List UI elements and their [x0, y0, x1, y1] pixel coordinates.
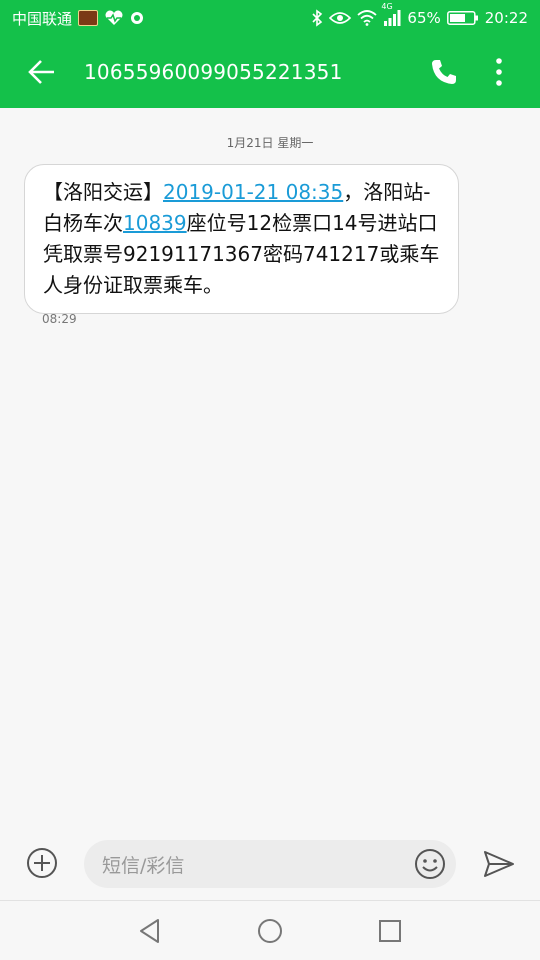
nav-back-button[interactable]	[130, 911, 170, 951]
sms-conversation-screen: 中国联通 4G 65% 20:22 10655960099055221351 1…	[0, 0, 540, 960]
send-icon	[484, 851, 514, 877]
more-options-button[interactable]	[474, 36, 524, 108]
nav-recents-button[interactable]	[370, 911, 410, 951]
message-text-part: 【洛阳交运】	[43, 180, 163, 204]
network-type-label: 4G	[381, 2, 393, 11]
message-input[interactable]: 短信/彩信	[84, 840, 456, 888]
app-bar: 10655960099055221351	[0, 36, 540, 108]
triangle-back-icon	[140, 918, 159, 943]
bluetooth-icon	[311, 9, 323, 27]
notification-dot-icon	[130, 11, 144, 25]
eye-icon	[329, 11, 352, 25]
send-button[interactable]	[472, 840, 526, 888]
call-button[interactable]	[414, 36, 474, 108]
back-button[interactable]	[0, 36, 84, 108]
contact-number: 10655960099055221351	[84, 60, 343, 84]
datetime-link[interactable]: 2019-01-21 08:35	[163, 180, 343, 204]
signal-icon: 4G	[381, 2, 401, 26]
more-vertical-icon	[496, 58, 502, 86]
status-bar: 中国联通 4G 65% 20:22	[0, 0, 540, 36]
battery-icon	[446, 11, 479, 25]
status-left: 中国联通	[12, 8, 144, 29]
square-recents-icon	[379, 919, 401, 942]
battery-percentage: 65%	[407, 9, 441, 27]
clock: 20:22	[484, 9, 528, 27]
carrier-name: 中国联通	[12, 9, 73, 28]
smiley-icon	[415, 849, 445, 879]
add-attachment-button[interactable]	[0, 826, 84, 900]
circle-home-icon	[258, 918, 282, 943]
message-timestamp: 08:29	[42, 312, 77, 326]
message-input-placeholder: 短信/彩信	[102, 854, 185, 877]
nav-home-button[interactable]	[250, 911, 290, 951]
message-bubble[interactable]: 【洛阳交运】2019-01-21 08:35，洛阳站-白杨车次10839座位号1…	[24, 164, 459, 314]
phone-icon	[432, 60, 456, 84]
navigation-bar	[0, 900, 540, 960]
wifi-icon	[357, 10, 378, 26]
app-notification-icon	[78, 10, 99, 26]
plus-circle-icon	[27, 848, 57, 878]
arrow-left-icon	[28, 60, 54, 84]
health-icon	[104, 10, 124, 26]
date-separator: 1月21日 星期一	[226, 136, 314, 150]
composer-bar: 短信/彩信	[0, 826, 540, 900]
train-number-link[interactable]: 10839	[123, 211, 187, 235]
emoji-button[interactable]	[412, 846, 448, 882]
status-right: 4G 65% 20:22	[311, 2, 528, 27]
